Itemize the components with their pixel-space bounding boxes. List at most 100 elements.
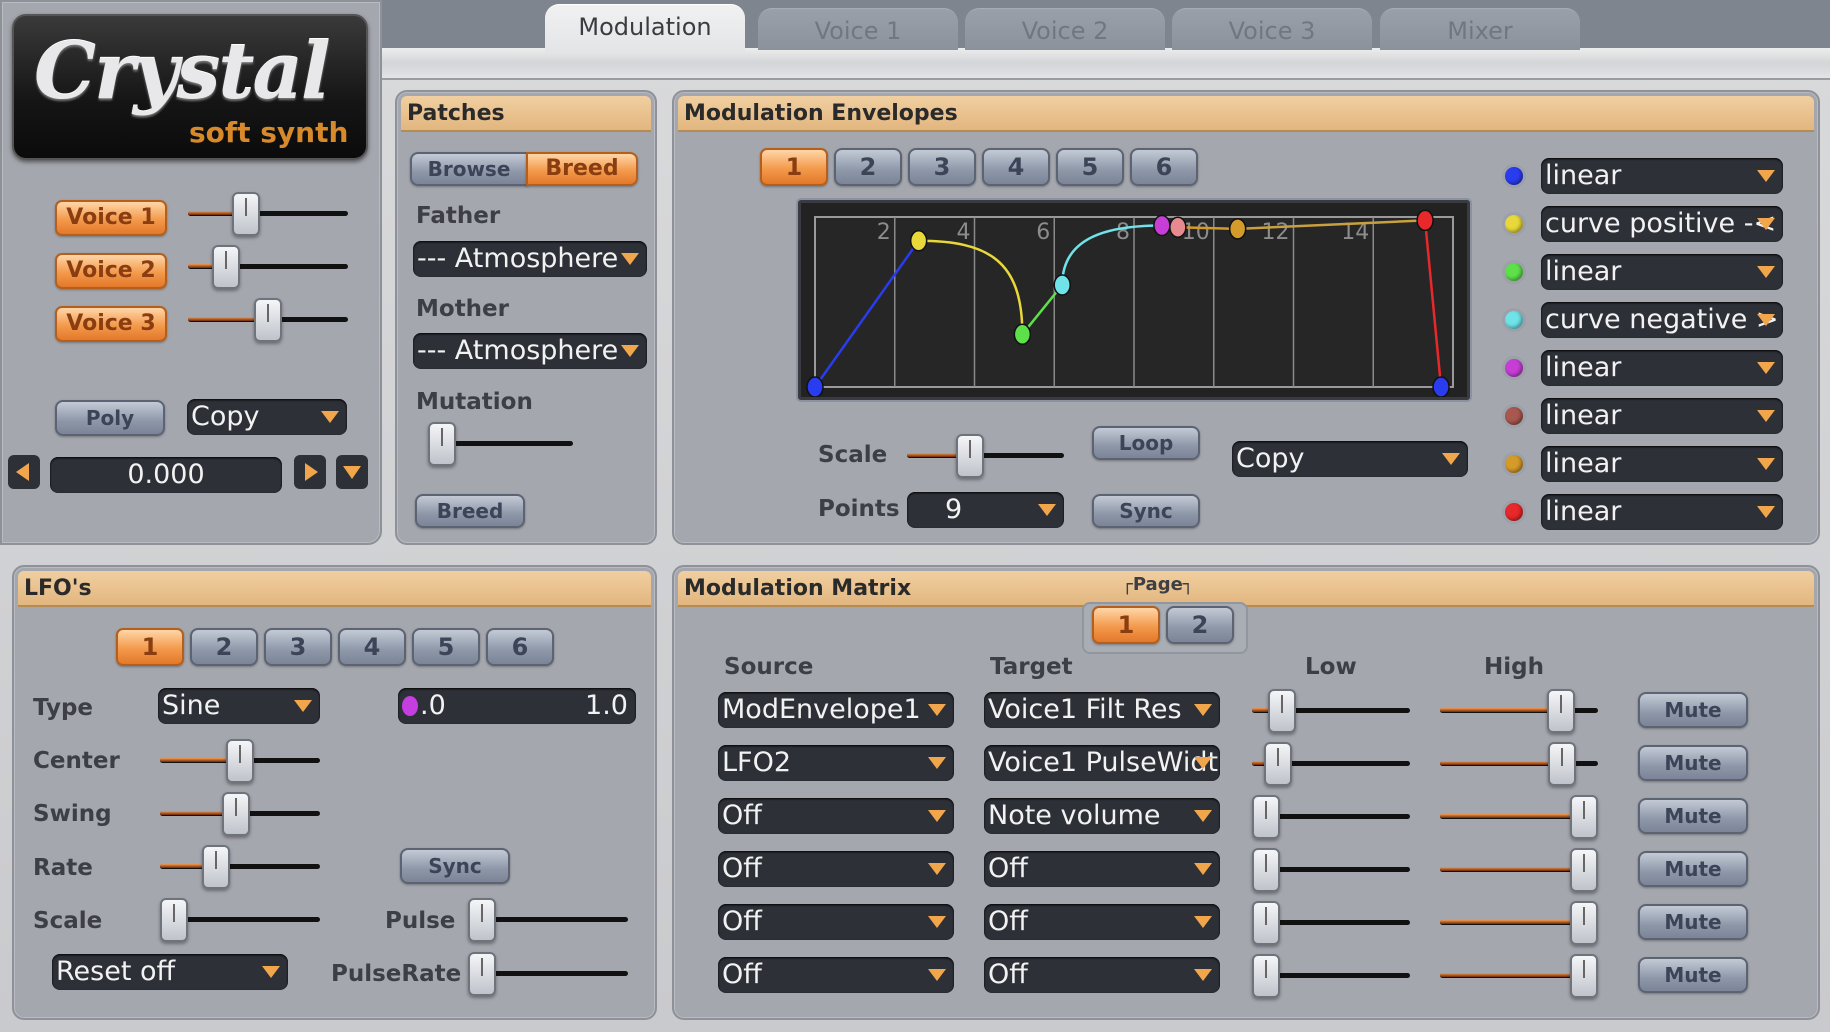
matrix-high-slider[interactable] bbox=[1440, 954, 1598, 998]
envelope-tab-6[interactable]: 6 bbox=[1130, 148, 1198, 186]
matrix-source-dropdown[interactable]: Off bbox=[718, 851, 954, 887]
matrix-low-slider[interactable] bbox=[1252, 901, 1410, 945]
envelope-point[interactable] bbox=[1153, 214, 1171, 237]
lfo-tab-3[interactable]: 3 bbox=[264, 628, 332, 666]
envelope-tab-2[interactable]: 2 bbox=[834, 148, 902, 186]
voice-1-button[interactable]: Voice 1 bbox=[55, 200, 167, 236]
envelope-point[interactable] bbox=[1432, 376, 1450, 397]
reset-dropdown[interactable]: Reset off bbox=[52, 954, 288, 990]
slider-thumb[interactable] bbox=[468, 952, 496, 996]
envelope-point[interactable] bbox=[909, 230, 928, 252]
pulse-slider[interactable] bbox=[468, 898, 628, 942]
envelope-point[interactable] bbox=[1013, 323, 1032, 346]
mute-button[interactable]: Mute bbox=[1638, 798, 1748, 834]
matrix-target-dropdown[interactable]: Note volume bbox=[984, 798, 1220, 834]
matrix-source-dropdown[interactable]: ModEnvelope1 bbox=[718, 692, 954, 728]
lfo-range-display[interactable]: .0 1.0 bbox=[398, 688, 636, 724]
lfo-tab-4[interactable]: 4 bbox=[338, 628, 406, 666]
voice-2-button[interactable]: Voice 2 bbox=[55, 253, 167, 289]
father-dropdown[interactable]: --- Atmosphere bbox=[413, 241, 647, 277]
lfo-tab-2[interactable]: 2 bbox=[190, 628, 258, 666]
menu-dropdown-button[interactable] bbox=[336, 455, 368, 489]
envelope-tab-3[interactable]: 3 bbox=[908, 148, 976, 186]
value-display[interactable]: 0.000 bbox=[50, 457, 282, 493]
slider-thumb[interactable] bbox=[160, 898, 188, 942]
lfo-tab-6[interactable]: 6 bbox=[486, 628, 554, 666]
slider-thumb[interactable] bbox=[1267, 689, 1296, 733]
slider-thumb[interactable] bbox=[1252, 901, 1280, 945]
breed-button[interactable]: Breed bbox=[415, 494, 525, 528]
loop-button[interactable]: Loop bbox=[1092, 426, 1200, 460]
slider-thumb[interactable] bbox=[428, 422, 456, 466]
envelope-tab-4[interactable]: 4 bbox=[982, 148, 1050, 186]
page-1-button[interactable]: 1 bbox=[1092, 606, 1160, 644]
envelope-point[interactable] bbox=[1053, 274, 1071, 296]
matrix-source-dropdown[interactable]: Off bbox=[718, 798, 954, 834]
slider-thumb[interactable] bbox=[1570, 901, 1598, 945]
matrix-target-dropdown[interactable]: Off bbox=[984, 904, 1220, 940]
voice-3-level-slider[interactable] bbox=[188, 298, 348, 342]
tab-voice-1[interactable]: Voice 1 bbox=[758, 8, 958, 50]
increment-button[interactable] bbox=[294, 455, 326, 489]
segment-shape-dropdown[interactable]: curve positive -< bbox=[1541, 206, 1783, 242]
page-2-button[interactable]: 2 bbox=[1166, 606, 1234, 644]
envelope-chart[interactable]: 2 4 6 8 10 12 14 bbox=[801, 203, 1467, 397]
envelope-copy-dropdown[interactable]: Copy bbox=[1232, 441, 1468, 477]
mutation-slider[interactable] bbox=[428, 422, 573, 466]
envelope-point[interactable] bbox=[1228, 218, 1247, 240]
slider-thumb[interactable] bbox=[1570, 795, 1598, 839]
segment-shape-dropdown[interactable]: linear bbox=[1541, 350, 1783, 386]
envelope-graph[interactable]: 2 4 6 8 10 12 14 bbox=[798, 200, 1470, 400]
slider-thumb[interactable] bbox=[202, 845, 231, 889]
matrix-high-slider[interactable] bbox=[1440, 795, 1598, 839]
matrix-source-dropdown[interactable]: Off bbox=[718, 904, 954, 940]
slider-thumb[interactable] bbox=[231, 192, 260, 236]
slider-thumb[interactable] bbox=[1263, 742, 1292, 786]
decrement-button[interactable] bbox=[8, 455, 40, 489]
slider-thumb[interactable] bbox=[1570, 954, 1598, 998]
poly-button[interactable]: Poly bbox=[55, 400, 165, 436]
segment-shape-dropdown[interactable]: linear bbox=[1541, 254, 1783, 290]
envelope-tab-5[interactable]: 5 bbox=[1056, 148, 1124, 186]
matrix-low-slider[interactable] bbox=[1252, 848, 1410, 892]
matrix-target-dropdown[interactable]: Off bbox=[984, 851, 1220, 887]
mute-button[interactable]: Mute bbox=[1638, 851, 1748, 887]
slider-thumb[interactable] bbox=[1252, 795, 1280, 839]
center-slider[interactable] bbox=[160, 739, 320, 783]
slider-thumb[interactable] bbox=[211, 245, 240, 289]
voice-2-level-slider[interactable] bbox=[188, 245, 348, 289]
envelope-point[interactable] bbox=[806, 376, 824, 397]
voice-1-level-slider[interactable] bbox=[188, 192, 348, 236]
matrix-high-slider[interactable] bbox=[1440, 742, 1598, 786]
envelope-point[interactable] bbox=[1169, 216, 1187, 238]
rate-slider[interactable] bbox=[160, 845, 320, 889]
matrix-target-dropdown[interactable]: Off bbox=[984, 957, 1220, 993]
mute-button[interactable]: Mute bbox=[1638, 692, 1748, 728]
matrix-source-dropdown[interactable]: Off bbox=[718, 957, 954, 993]
mute-button[interactable]: Mute bbox=[1638, 745, 1748, 781]
envelope-sync-button[interactable]: Sync bbox=[1092, 494, 1200, 528]
slider-thumb[interactable] bbox=[1252, 848, 1280, 892]
matrix-target-dropdown[interactable]: Voice1 PulseWidth bbox=[984, 745, 1220, 781]
matrix-low-slider[interactable] bbox=[1252, 954, 1410, 998]
segment-shape-dropdown[interactable]: linear bbox=[1541, 446, 1783, 482]
slider-thumb[interactable] bbox=[1570, 848, 1598, 892]
segment-shape-dropdown[interactable]: curve negative > bbox=[1541, 302, 1783, 338]
matrix-low-slider[interactable] bbox=[1252, 742, 1410, 786]
matrix-high-slider[interactable] bbox=[1440, 689, 1598, 733]
matrix-high-slider[interactable] bbox=[1440, 901, 1598, 945]
mute-button[interactable]: Mute bbox=[1638, 957, 1748, 993]
tab-modulation[interactable]: Modulation bbox=[545, 4, 745, 54]
voice-3-button[interactable]: Voice 3 bbox=[55, 306, 167, 342]
slider-thumb[interactable] bbox=[1252, 954, 1280, 998]
swing-slider[interactable] bbox=[160, 792, 320, 836]
slider-thumb[interactable] bbox=[956, 434, 985, 478]
mute-button[interactable]: Mute bbox=[1638, 904, 1748, 940]
envelope-tab-1[interactable]: 1 bbox=[760, 148, 828, 186]
tab-voice-3[interactable]: Voice 3 bbox=[1172, 8, 1372, 50]
tab-voice-2[interactable]: Voice 2 bbox=[965, 8, 1165, 50]
slider-thumb[interactable] bbox=[1547, 742, 1576, 786]
tab-mixer[interactable]: Mixer bbox=[1380, 8, 1580, 50]
segment-shape-dropdown[interactable]: linear bbox=[1541, 158, 1783, 194]
lfo-sync-button[interactable]: Sync bbox=[400, 848, 510, 884]
